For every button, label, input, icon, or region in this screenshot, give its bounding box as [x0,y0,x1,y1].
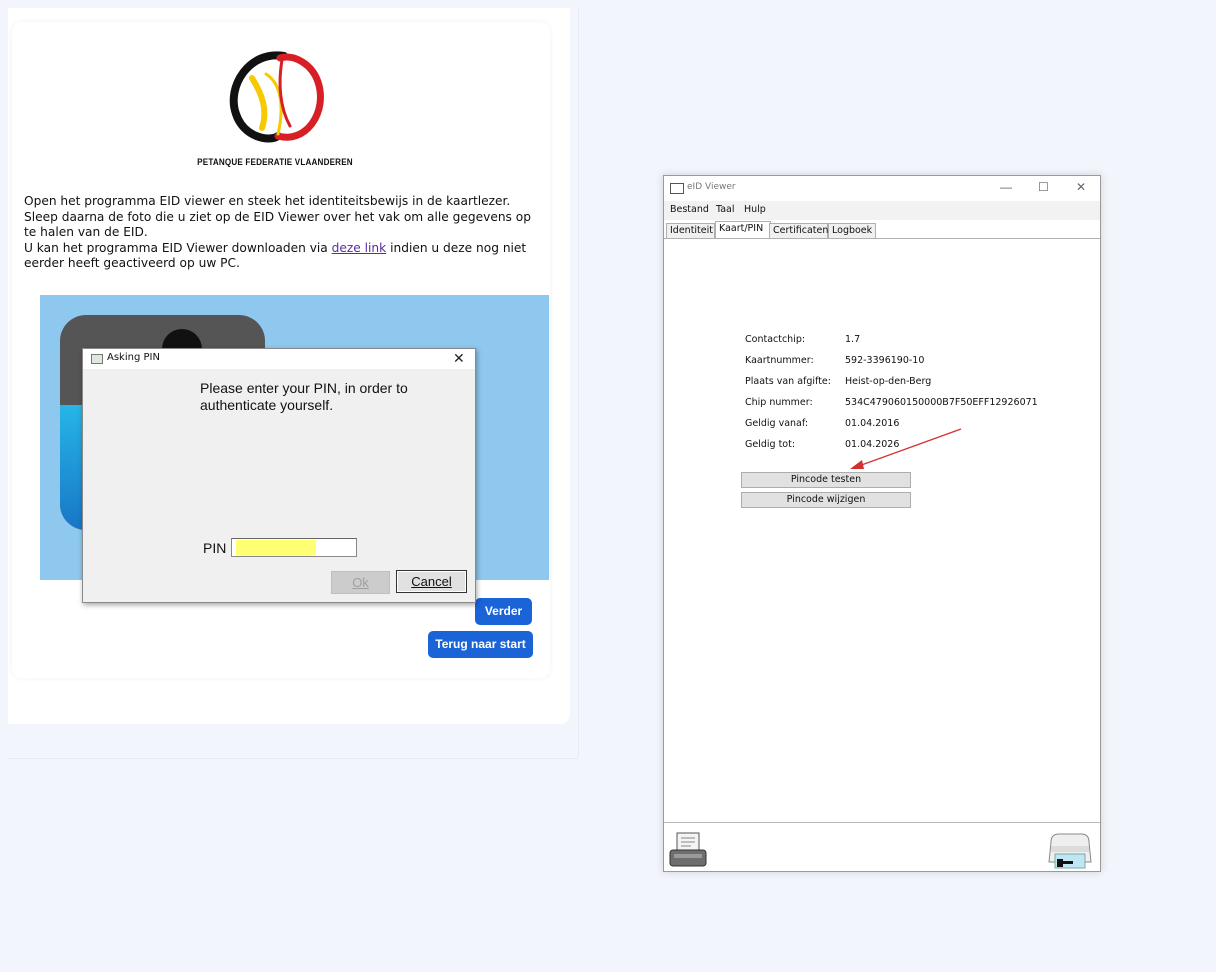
divider [8,758,578,759]
back-to-start-button[interactable]: Terug naar start [428,631,533,658]
eid-viewer-window: eID Viewer — ☐ ✕ Bestand Taal Hulp Ident… [663,175,1101,872]
instruction-line: Open het programma EID viewer en steek h… [24,194,511,208]
download-link[interactable]: deze link [332,241,387,255]
card-reader-icon[interactable] [1047,832,1093,870]
instructions-text: Open het programma EID viewer en steek h… [24,194,534,272]
geldig-vanaf-value: 01.04.2016 [845,418,900,429]
printer-icon[interactable] [669,832,707,868]
cancel-button-label: Cancel [411,574,452,589]
menu-bar: Bestand Taal Hulp [664,201,1100,220]
geldig-tot-value: 01.04.2026 [845,439,900,450]
tab-kaart-pin[interactable]: Kaart/PIN [715,221,771,239]
menu-bestand[interactable]: Bestand [670,204,709,215]
instruction-line: Sleep daarna de foto die u ziet op de EI… [24,209,531,240]
instruction-text: U kan het programma EID Viewer downloade… [24,240,332,255]
chipnummer-value: 534C479060150000B7F50EFF12926071 [845,397,1038,408]
divider [578,8,579,758]
card-reader-icon [670,183,684,194]
minimize-icon[interactable]: — [1000,180,1012,194]
plaats-label: Plaats van afgifte: [745,376,831,387]
eid-window-title: eID Viewer [687,182,736,192]
pin-input-highlight [236,540,316,555]
contactchip-label: Contactchip: [745,334,806,345]
tab-certificaten[interactable]: Certificaten [769,223,828,238]
ok-button[interactable]: Ok [331,571,390,594]
window-icon [91,354,103,364]
chipnummer-label: Chip nummer: [745,397,813,408]
pin-dialog-titlebar[interactable]: Asking PIN ✕ [83,349,475,369]
contactchip-value: 1.7 [845,334,861,345]
kaartnummer-value: 592-3396190-10 [845,355,925,366]
pin-message: Please enter your PIN, in order to authe… [200,380,408,413]
pin-dialog: Asking PIN ✕ Please enter your PIN, in o… [82,348,476,603]
tab-logboek[interactable]: Logboek [828,223,876,238]
instruction-line: U kan het programma EID Viewer downloade… [24,241,534,272]
menu-hulp[interactable]: Hulp [744,204,766,215]
ok-button-label: Ok [352,575,369,590]
kaartnummer-label: Kaartnummer: [745,355,814,366]
federation-logo [229,51,324,143]
test-pin-button[interactable]: Pincode testen [741,472,911,488]
eid-titlebar[interactable]: eID Viewer — ☐ ✕ [664,176,1100,200]
menu-taal[interactable]: Taal [716,204,735,215]
change-pin-button[interactable]: Pincode wijzigen [741,492,911,508]
card-pin-panel [665,239,1099,821]
divider [664,822,1100,823]
cancel-button[interactable]: Cancel [396,570,467,593]
logo-caption: PETANQUE FEDERATIE VLAANDEREN [197,157,353,167]
close-icon[interactable]: ✕ [1076,180,1086,194]
maximize-icon[interactable]: ☐ [1038,180,1049,194]
tab-identiteit[interactable]: Identiteit [666,223,715,238]
pin-dialog-title: Asking PIN [107,352,160,363]
plaats-value: Heist-op-den-Berg [845,376,932,387]
geldig-vanaf-label: Geldig vanaf: [745,418,809,429]
pin-label: PIN [203,540,227,556]
close-icon[interactable]: ✕ [453,350,465,367]
geldig-tot-label: Geldig tot: [745,439,796,450]
next-button[interactable]: Verder [475,598,532,625]
pin-input[interactable] [231,538,357,557]
